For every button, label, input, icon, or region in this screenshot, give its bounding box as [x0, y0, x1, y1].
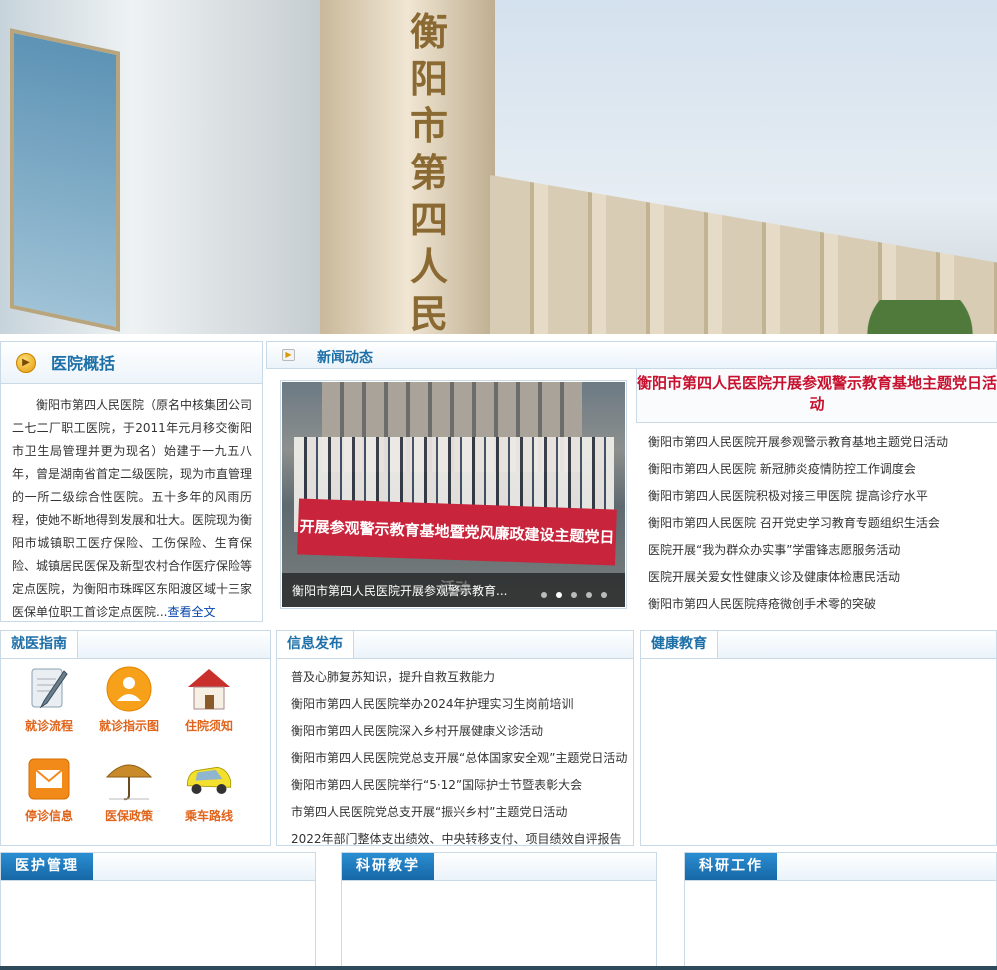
arrow-circle-icon: ▶ — [16, 353, 36, 373]
info-item[interactable]: 普及心肺复苏知识，提升自救互救能力 — [291, 664, 631, 691]
care-header: 医护管理 — [1, 853, 315, 881]
footer-bar — [0, 966, 997, 970]
slide-dot[interactable] — [586, 592, 592, 598]
guide-panel: 就医指南 就诊流程 就诊指示图 住院须知 停诊信息 医保政策 乘车路线 — [0, 630, 271, 846]
slide-pager — [532, 587, 607, 601]
slide-dot[interactable] — [601, 592, 607, 598]
health-header: 健康教育 — [641, 631, 996, 659]
research-panel: 科研工作 — [684, 852, 997, 970]
info-item[interactable]: 2022年部门整体支出绩效、中央转移支付、项目绩效自评报告 — [291, 826, 631, 853]
research-title[interactable]: 科研工作 — [685, 853, 777, 880]
guide-label[interactable]: 乘车路线 — [169, 807, 249, 824]
hero-banner: 衡阳市第四人民医院 — [0, 0, 997, 334]
news-list: 衡阳市第四人民医院开展参观警示教育基地主题党日活动 衡阳市第四人民医院 新冠肺炎… — [648, 429, 994, 618]
banner-trees — [840, 300, 997, 334]
info-item[interactable]: 衡阳市第四人民医院举办2024年护理实习生岗前培训 — [291, 691, 631, 718]
info-item[interactable]: 衡阳市第四人民医院深入乡村开展健康义诊活动 — [291, 718, 631, 745]
envelope-icon — [24, 755, 74, 803]
health-panel: 健康教育 — [640, 630, 997, 846]
view-full-link[interactable]: 查看全文 — [167, 605, 215, 619]
guide-label[interactable]: 就诊指示图 — [89, 717, 169, 734]
play-icon: ▶ — [282, 349, 295, 361]
umbrella-icon — [104, 755, 154, 803]
guide-item-insurance[interactable]: 医保政策 — [89, 755, 169, 824]
guide-item-map[interactable]: 就诊指示图 — [89, 665, 169, 734]
pen-paper-icon — [24, 665, 74, 713]
health-title[interactable]: 健康教育 — [641, 631, 718, 658]
news-item[interactable]: 衡阳市第四人民医院积极对接三甲医院 提高诊疗水平 — [648, 483, 994, 510]
overview-title: 医院概括 — [51, 354, 116, 373]
overview-text: 衡阳市第四人民医院（原名中核集团公司二七二厂职工医院，于2011年元月移交衡阳市… — [1, 384, 262, 624]
slide-red-banner: 开展参观警示教育基地暨党风廉政建设主题党日活动 — [297, 498, 617, 597]
info-header: 信息发布 — [277, 631, 633, 659]
slide-dot[interactable] — [571, 592, 577, 598]
teach-title[interactable]: 科研教学 — [342, 853, 434, 880]
info-title[interactable]: 信息发布 — [277, 631, 354, 658]
guide-item-suspension[interactable]: 停诊信息 — [9, 755, 89, 824]
news-item[interactable]: 衡阳市第四人民医院开展参观警示教育基地主题党日活动 — [648, 429, 994, 456]
guide-label[interactable]: 住院须知 — [169, 717, 249, 734]
teach-panel: 科研教学 — [341, 852, 657, 970]
slide-image[interactable]: 开展参观警示教育基地暨党风廉政建设主题党日活动 衡阳市第四人民医院开展参观警示教… — [282, 382, 625, 607]
house-icon — [184, 665, 234, 713]
overview-header: ▶ 医院概括 — [1, 342, 262, 384]
guide-item-inpatient[interactable]: 住院须知 — [169, 665, 249, 734]
slide-caption[interactable]: 衡阳市第四人民医院开展参观警示教育... — [282, 573, 625, 607]
person-badge-icon — [104, 665, 154, 713]
guide-item-route[interactable]: 乘车路线 — [169, 755, 249, 824]
guide-label[interactable]: 就诊流程 — [9, 717, 89, 734]
news-item[interactable]: 医院开展关爱女性健康义诊及健康体检惠民活动 — [648, 564, 994, 591]
info-item[interactable]: 市第四人民医院党总支开展“振兴乡村”主题党日活动 — [291, 799, 631, 826]
overview-panel: ▶ 医院概括 衡阳市第四人民医院（原名中核集团公司二七二厂职工医院，于2011年… — [0, 341, 263, 622]
guide-label[interactable]: 停诊信息 — [9, 807, 89, 824]
news-item[interactable]: 衡阳市第四人民医院 召开党史学习教育专题组织生活会 — [648, 510, 994, 537]
news-item[interactable]: 医院开展“我为群众办实事”学雷锋志愿服务活动 — [648, 537, 994, 564]
car-icon — [184, 755, 234, 803]
info-panel: 信息发布 普及心肺复苏知识，提升自救互救能力 衡阳市第四人民医院举办2024年护… — [276, 630, 634, 846]
info-item[interactable]: 衡阳市第四人民医院举行“5·12”国际护士节暨表彰大会 — [291, 772, 631, 799]
guide-header: 就医指南 — [1, 631, 270, 659]
overview-body: 衡阳市第四人民医院（原名中核集团公司二七二厂职工医院，于2011年元月移交衡阳市… — [12, 398, 253, 619]
info-item[interactable]: 衡阳市第四人民医院党总支开展“总体国家安全观”主题党日活动 — [291, 745, 631, 772]
teach-header: 科研教学 — [342, 853, 656, 881]
info-list: 普及心肺复苏知识，提升自救互救能力 衡阳市第四人民医院举办2024年护理实习生岗… — [291, 664, 631, 853]
guide-item-process[interactable]: 就诊流程 — [9, 665, 89, 734]
news-slideshow[interactable]: 开展参观警示教育基地暨党风廉政建设主题党日活动 衡阳市第四人民医院开展参观警示教… — [280, 380, 627, 609]
news-item[interactable]: 衡阳市第四人民医院 新冠肺炎疫情防控工作调度会 — [648, 456, 994, 483]
news-item[interactable]: 衡阳市第四人民医院痔疮微创手术零的突破 — [648, 591, 994, 618]
news-title[interactable]: 新闻动态 — [317, 347, 373, 367]
slide-dot-active[interactable] — [556, 592, 562, 598]
slide-caption-text[interactable]: 衡阳市第四人民医院开展参观警示教育... — [292, 582, 507, 599]
banner-window — [10, 28, 120, 332]
news-header: ▶ 新闻动态 — [266, 341, 997, 369]
care-panel: 医护管理 — [0, 852, 316, 970]
slide-dot[interactable] — [541, 592, 547, 598]
banner-sign: 衡阳市第四人民医院 — [409, 9, 448, 334]
news-panel: ▶ 新闻动态 开展参观警示教育基地暨党风廉政建设主题党日活动 衡阳市第四人民医院… — [266, 341, 997, 622]
research-header: 科研工作 — [685, 853, 996, 881]
care-title[interactable]: 医护管理 — [1, 853, 93, 880]
news-headline[interactable]: 衡阳市第四人民医院开展参观警示教育基地主题党日活动 — [636, 369, 997, 423]
guide-label[interactable]: 医保政策 — [89, 807, 169, 824]
guide-title[interactable]: 就医指南 — [1, 631, 78, 658]
